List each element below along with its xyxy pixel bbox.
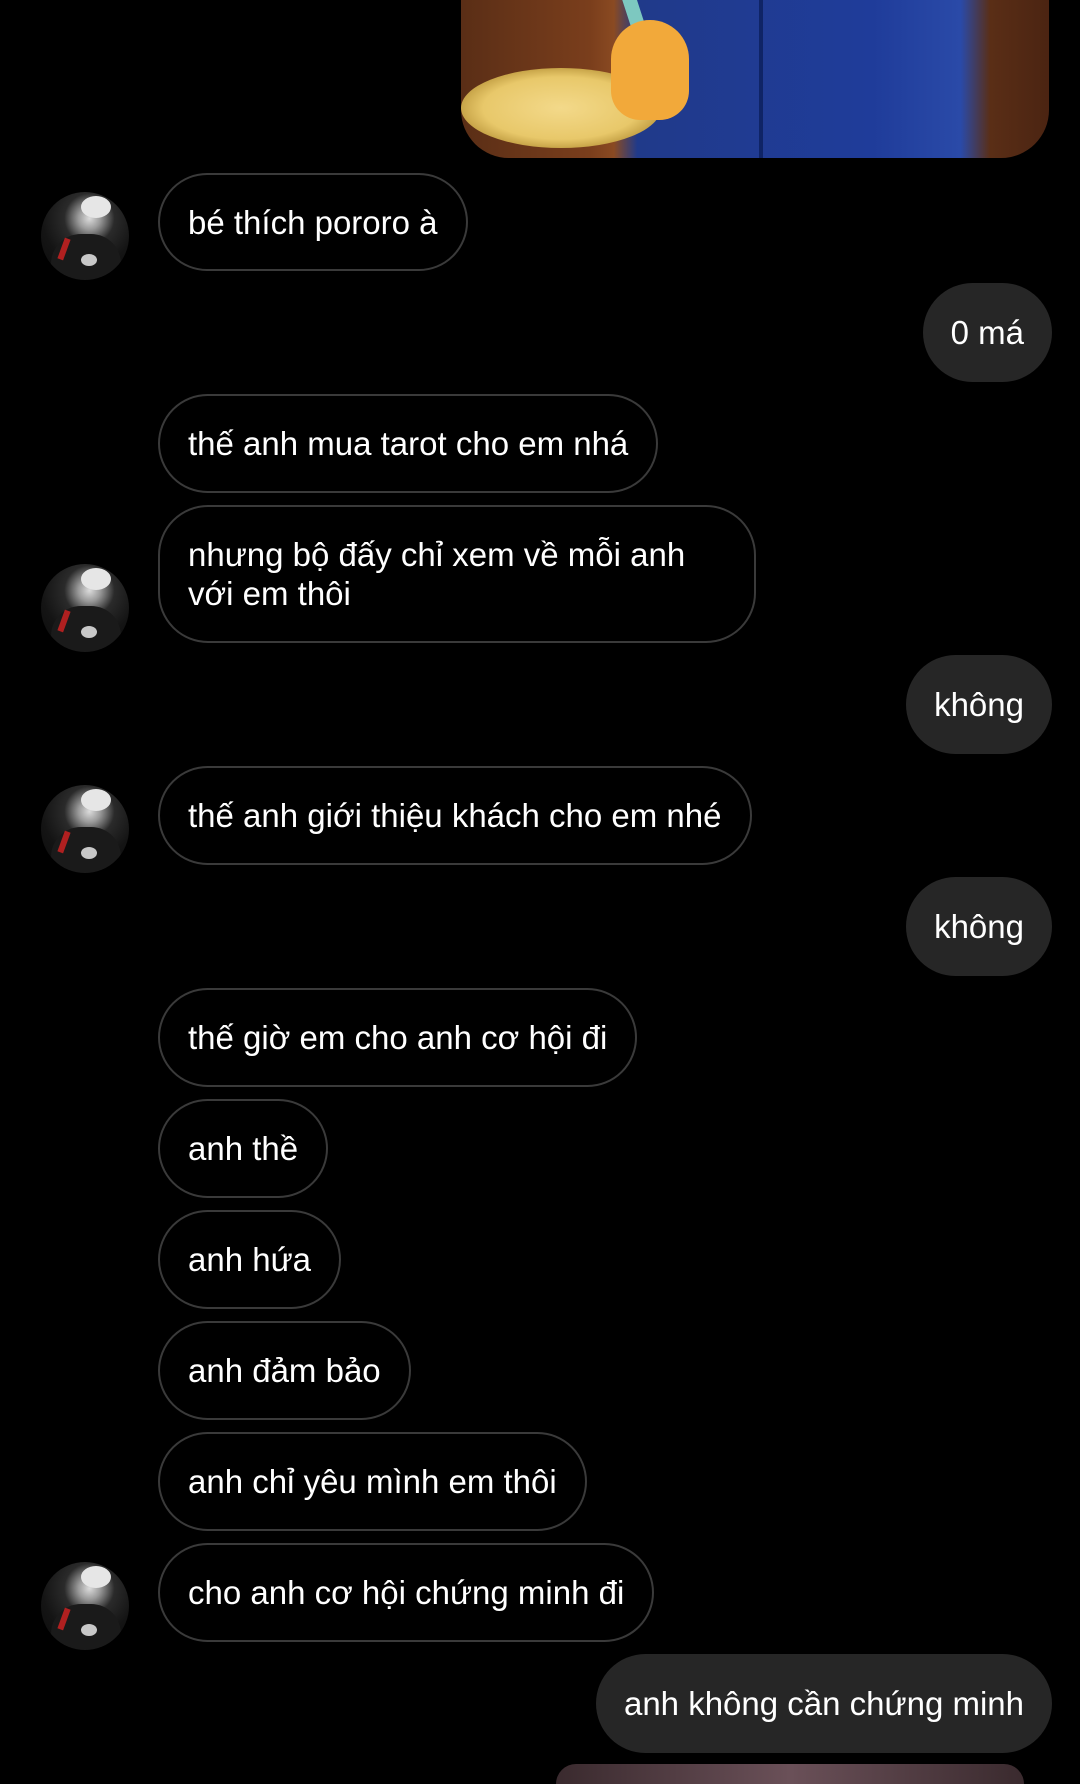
avatar-hand — [81, 847, 97, 859]
chat-thread: bé thích pororo à 0 má thế anh mua tarot… — [0, 0, 1080, 1784]
photo-mitt — [611, 20, 689, 120]
avatar-hand — [81, 254, 97, 266]
message-incoming[interactable]: nhưng bộ đấy chỉ xem về mỗi anh với em t… — [158, 505, 756, 643]
message-incoming[interactable]: anh chỉ yêu mình em thôi — [158, 1432, 587, 1531]
message-text: anh chỉ yêu mình em thôi — [188, 1463, 557, 1500]
message-incoming[interactable]: anh hứa — [158, 1210, 342, 1309]
message-incoming[interactable]: anh đảm bảo — [158, 1321, 411, 1420]
message-text: anh không cần chứng minh — [623, 1685, 1024, 1722]
photo-zipper — [759, 0, 763, 158]
message-text: nhưng bộ đấy chỉ xem về mỗi anh với em t… — [188, 536, 686, 612]
message-outgoing[interactable]: không — [906, 655, 1052, 754]
sender-avatar[interactable] — [41, 1562, 129, 1650]
message-incoming[interactable]: anh thề — [158, 1099, 329, 1198]
sender-avatar[interactable] — [41, 192, 129, 280]
message-incoming[interactable]: thế anh mua tarot cho em nhá — [158, 394, 659, 493]
next-attachment-peek[interactable] — [556, 1764, 1024, 1784]
avatar-hair — [81, 1566, 111, 1588]
message-outgoing[interactable]: anh không cần chứng minh — [595, 1654, 1052, 1753]
message-incoming[interactable]: thế anh giới thiệu khách cho em nhé — [158, 766, 752, 865]
avatar-hair — [81, 789, 111, 811]
message-incoming[interactable]: thế giờ em cho anh cơ hội đi — [158, 988, 638, 1087]
avatar-hand — [81, 1624, 97, 1636]
message-outgoing[interactable]: 0 má — [922, 283, 1052, 382]
message-incoming[interactable]: bé thích pororo à — [158, 173, 468, 271]
message-text: cho anh cơ hội chứng minh đi — [188, 1574, 625, 1611]
message-text: anh thề — [188, 1130, 299, 1167]
avatar-hair — [81, 568, 111, 590]
message-text: thế anh giới thiệu khách cho em nhé — [188, 797, 722, 834]
avatar-hair — [81, 196, 111, 218]
message-text: anh đảm bảo — [188, 1352, 381, 1389]
message-incoming[interactable]: cho anh cơ hội chứng minh đi — [158, 1543, 655, 1642]
sender-avatar[interactable] — [41, 564, 129, 652]
message-text: bé thích pororo à — [188, 203, 438, 241]
sender-avatar[interactable] — [41, 785, 129, 873]
message-text: anh hứa — [188, 1241, 312, 1278]
message-text: không — [934, 908, 1024, 945]
shared-photo[interactable] — [461, 0, 1049, 158]
message-text: thế anh mua tarot cho em nhá — [188, 425, 629, 462]
avatar-hand — [81, 626, 97, 638]
message-text: không — [934, 686, 1024, 723]
message-text: thế giờ em cho anh cơ hội đi — [188, 1019, 608, 1056]
message-text: 0 má — [950, 314, 1024, 351]
message-outgoing[interactable]: không — [906, 877, 1052, 976]
